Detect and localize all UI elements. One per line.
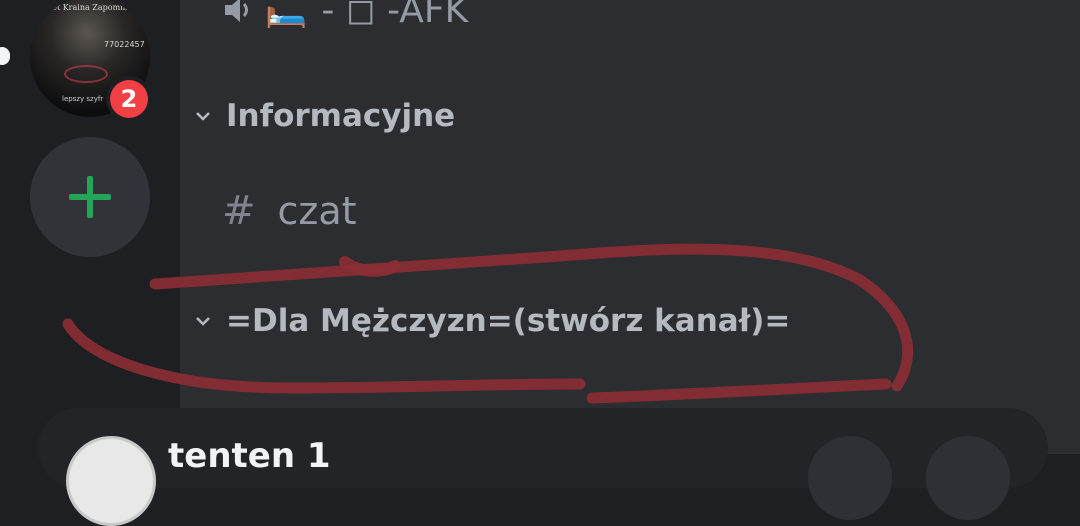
unread-indicator [0,47,10,65]
hash-icon: # [222,188,256,234]
voice-channel-label: - ◻ -AFK [321,0,469,31]
user-panel: tenten 1 [38,408,1048,526]
chevron-down-icon [196,317,210,326]
chevron-down-icon [196,112,210,121]
mention-badge-count: 2 [110,80,148,118]
server-icon-title: zet Kraina Zapomnien. [48,3,141,12]
settings-button[interactable] [926,436,1010,520]
server-icon-number: 77022457 [104,40,145,49]
plus-icon [69,176,111,218]
category-dla-mezczyzn[interactable]: =Dla Mężczyzn=(stwórz kanał)= [192,303,790,339]
category-label: Informacyjne [226,98,456,134]
mic-button[interactable] [808,436,892,520]
category-informacyjne[interactable]: Informacyjne [192,98,455,134]
avatar[interactable] [66,436,156,526]
channel-list: 🛏️ - ◻ -AFK Informacyjne # czat =Dla Męż… [180,0,1080,454]
mention-badge: 2 [106,76,152,122]
server-icon-tag: lepszy szyfr [62,95,104,103]
speaker-icon [225,0,248,22]
user-name: tenten 1 [168,436,331,476]
channel-label: czat [277,189,357,233]
bed-emoji: 🛏️ [265,0,308,30]
channel-czat[interactable]: # czat [222,188,357,234]
server-rail: zet Kraina Zapomnien. 77022457 lepszy sz… [0,0,180,454]
voice-channel-afk[interactable]: 🛏️ - ◻ -AFK [223,0,468,38]
server-icon-glow [64,65,108,83]
category-label: =Dla Mężczyzn=(stwórz kanał)= [226,303,791,339]
add-server-button[interactable] [30,137,150,257]
